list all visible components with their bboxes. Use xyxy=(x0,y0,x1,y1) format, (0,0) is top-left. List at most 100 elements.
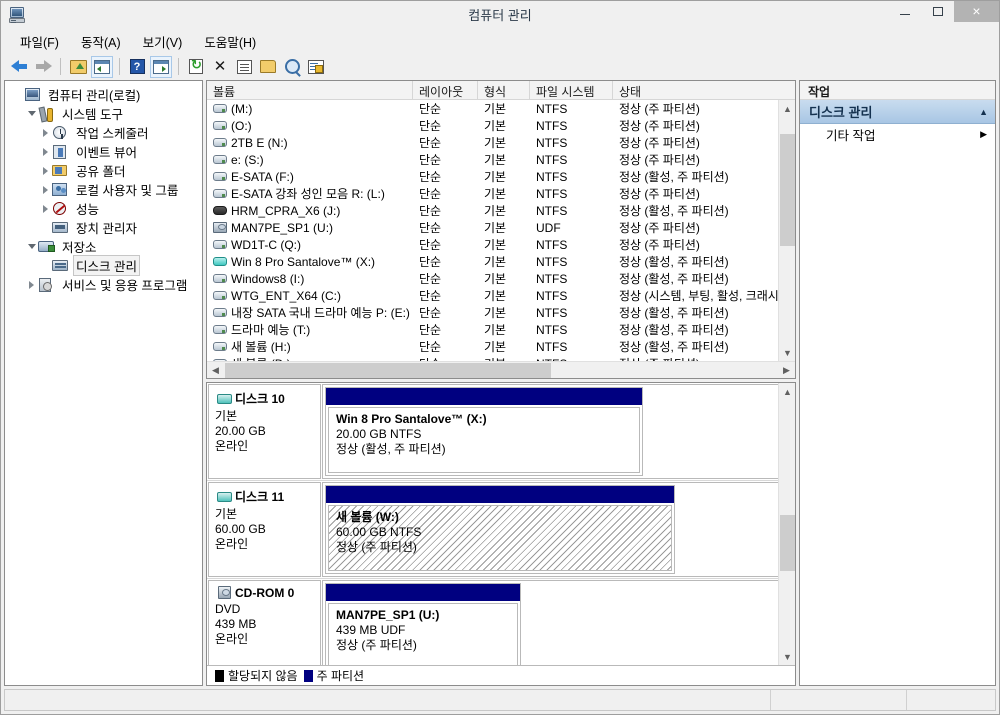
minimize-button[interactable] xyxy=(888,1,921,22)
table-row[interactable]: HRM_CPRA_X6 (J:) 단순 기본 NTFS 정상 (활성, 주 파티션) xyxy=(207,202,795,219)
close-button[interactable]: × xyxy=(954,0,999,22)
table-row[interactable]: WD1T-C (Q:) 단순 기본 NTFS 정상 (주 파티션) xyxy=(207,236,795,253)
chevron-right-icon[interactable] xyxy=(39,164,52,177)
twisty-placeholder xyxy=(11,88,24,101)
hdd-drive-icon xyxy=(211,187,229,200)
table-row[interactable]: (M:) 단순 기본 NTFS 정상 (주 파티션) xyxy=(207,100,795,117)
scrollbar-thumb[interactable] xyxy=(225,363,551,378)
scroll-up-icon[interactable]: ▲ xyxy=(779,383,795,400)
scroll-down-icon[interactable]: ▼ xyxy=(779,344,795,361)
column-header-4[interactable]: 상태 xyxy=(613,81,795,100)
chevron-right-icon[interactable] xyxy=(39,145,52,158)
column-header-1[interactable]: 레이아웃 xyxy=(413,81,478,100)
cdrom-icon xyxy=(215,586,235,600)
volume-name-cell: 2TB E (N:) xyxy=(207,136,413,150)
volume-name: Windows8 (I:) xyxy=(231,271,305,286)
tree-services-and-applications[interactable]: 서비스 및 응용 프로그램 xyxy=(11,275,202,294)
chevron-right-icon[interactable] xyxy=(25,278,38,291)
tree-shared-folders[interactable]: 공유 폴더 xyxy=(11,161,202,180)
open-folder-icon[interactable] xyxy=(257,56,279,78)
chevron-down-icon[interactable] xyxy=(25,107,38,120)
refresh-icon[interactable] xyxy=(185,56,207,78)
chevron-right-icon: ▶ xyxy=(980,129,987,139)
tree-storage[interactable]: 저장소 xyxy=(11,237,202,256)
partition-color-bar xyxy=(326,584,521,601)
table-row[interactable]: Win 8 Pro Santalove™ (X:) 단순 기본 NTFS 정상 (활성,… xyxy=(207,253,795,270)
forward-icon[interactable] xyxy=(32,56,54,78)
chevron-down-icon[interactable] xyxy=(25,240,38,253)
disk-info[interactable]: 디스크 10 기본 20.00 GB 온라인 xyxy=(208,384,321,479)
scroll-left-icon[interactable]: ◀ xyxy=(207,362,224,379)
properties-icon[interactable] xyxy=(233,56,255,78)
partition-block[interactable]: 새 볼륨 (W:) 60.00 GB NTFS 정상 (주 파티션) xyxy=(325,485,676,574)
action-more-actions[interactable]: 기타 작업 ▶ xyxy=(800,124,995,145)
scrollbar-thumb[interactable] xyxy=(780,134,795,246)
disk-strip: 디스크 11 기본 60.00 GB 온라인 새 볼륨 (W:) 60.00 GB NTF… xyxy=(207,481,795,579)
toolbar-separator xyxy=(119,58,120,75)
scroll-up-icon[interactable]: ▲ xyxy=(779,100,795,117)
table-row[interactable]: e: (S:) 단순 기본 NTFS 정상 (주 파티션) xyxy=(207,151,795,168)
delete-icon[interactable]: ✕ xyxy=(209,56,231,78)
column-header-0[interactable]: 볼륨 xyxy=(207,81,413,100)
table-row[interactable]: MAN7PE_SP1 (U:) 단순 기본 UDF 정상 (주 파티션) xyxy=(207,219,795,236)
disk-type: 기본 xyxy=(215,409,238,423)
volume-list-vertical-scrollbar[interactable]: ▲ ▼ xyxy=(778,100,795,361)
tree-disk-management[interactable]: 디스크 관리 xyxy=(11,255,202,276)
table-row[interactable]: 2TB E (N:) 단순 기본 NTFS 정상 (주 파티션) xyxy=(207,134,795,151)
hdd-drive-icon xyxy=(211,119,229,132)
menu-action[interactable]: 동작(A) xyxy=(70,29,132,54)
show-hide-console-tree-icon[interactable] xyxy=(91,55,113,78)
chevron-right-icon[interactable] xyxy=(39,202,52,215)
chevron-right-icon[interactable] xyxy=(39,126,52,139)
scrollbar-thumb[interactable] xyxy=(780,515,795,571)
table-row[interactable]: (O:) 단순 기본 NTFS 정상 (주 파티션) xyxy=(207,117,795,134)
tree-event-viewer[interactable]: 이벤트 뷰어 xyxy=(11,142,202,161)
hdd-drive-icon xyxy=(211,272,229,285)
actions-section-disk-management[interactable]: 디스크 관리 ▲ xyxy=(800,100,995,124)
menu-help[interactable]: 도움말(H) xyxy=(193,29,267,54)
tree-system-tools[interactable]: 시스템 도구 xyxy=(11,104,202,123)
tree-device-manager[interactable]: 장치 관리자 xyxy=(11,218,202,237)
scroll-right-icon[interactable]: ▶ xyxy=(778,362,795,379)
table-row[interactable]: 드라마 예능 (T:) 단순 기본 NTFS 정상 (활성, 주 파티션) xyxy=(207,321,795,338)
up-folder-icon[interactable] xyxy=(67,56,89,78)
volume-type-cell: 기본 xyxy=(484,204,507,218)
volume-name: WTG_ENT_X64 (C:) xyxy=(231,288,342,303)
table-row[interactable]: Windows8 (I:) 단순 기본 NTFS 정상 (활성, 주 파티션) xyxy=(207,270,795,287)
menu-view[interactable]: 보기(V) xyxy=(132,29,194,54)
scroll-down-icon[interactable]: ▼ xyxy=(779,648,795,665)
partition-block[interactable]: MAN7PE_SP1 (U:) 439 MB UDF 정상 (주 파티션) xyxy=(325,583,522,665)
table-row[interactable]: 내장 SATA 국내 드라마 예능 P: (E:) 단순 기본 NTFS 정상 (활성,… xyxy=(207,304,795,321)
volume-name-cell: E-SATA 강좌 성인 모음 R: (L:) xyxy=(207,185,413,202)
table-row[interactable]: WTG_ENT_X64 (C:) 단순 기본 NTFS 정상 (시스템, 부팅, 활성,… xyxy=(207,287,795,304)
column-header-3[interactable]: 파일 시스템 xyxy=(530,81,613,100)
tree-task-scheduler[interactable]: 작업 스케줄러 xyxy=(11,123,202,142)
back-icon[interactable] xyxy=(8,56,30,78)
table-row[interactable]: E-SATA (F:) 단순 기본 NTFS 정상 (활성, 주 파티션) xyxy=(207,168,795,185)
table-row[interactable]: E-SATA 강좌 성인 모음 R: (L:) 단순 기본 NTFS 정상 (주 파티션… xyxy=(207,185,795,202)
disk-panel-vertical-scrollbar[interactable]: ▲ ▼ xyxy=(778,383,795,665)
volume-name: 2TB E (N:) xyxy=(231,135,288,150)
tree-performance[interactable]: 성능 xyxy=(11,199,202,218)
maximize-button[interactable] xyxy=(921,1,954,22)
disk-info[interactable]: CD-ROM 0 DVD 439 MB 온라인 xyxy=(208,580,321,665)
disk-info[interactable]: 디스크 11 기본 60.00 GB 온라인 xyxy=(208,482,321,577)
table-row[interactable]: 새 볼륨 (H:) 단순 기본 NTFS 정상 (활성, 주 파티션) xyxy=(207,338,795,355)
volume-layout-cell: 단순 xyxy=(419,119,442,133)
tree-local-users-groups[interactable]: 로컬 사용자 및 그룹 xyxy=(11,180,202,199)
hard-disk-icon xyxy=(215,392,235,406)
volume-list-horizontal-scrollbar[interactable]: ◀ ▶ xyxy=(207,361,795,378)
chevron-up-icon[interactable]: ▲ xyxy=(979,107,988,117)
chevron-right-icon[interactable] xyxy=(39,183,52,196)
tree-computer-management-local[interactable]: 컴퓨터 관리(로컬) xyxy=(11,85,202,104)
search-icon[interactable] xyxy=(281,56,303,78)
column-header-2[interactable]: 형식 xyxy=(478,81,530,100)
partition-block[interactable]: Win 8 Pro Santalove™ (X:) 20.00 GB NTFS 정상… xyxy=(325,387,643,476)
volume-fs-cell: NTFS xyxy=(536,101,568,116)
tree-item-label: 서비스 및 응용 프로그램 xyxy=(62,279,188,293)
menu-file[interactable]: 파일(F) xyxy=(9,29,70,54)
show-hide-action-pane-icon[interactable] xyxy=(150,55,172,78)
help-icon[interactable]: ? xyxy=(126,56,148,78)
disk-properties-icon[interactable] xyxy=(305,56,327,78)
volume-type-cell: 기본 xyxy=(484,323,507,337)
